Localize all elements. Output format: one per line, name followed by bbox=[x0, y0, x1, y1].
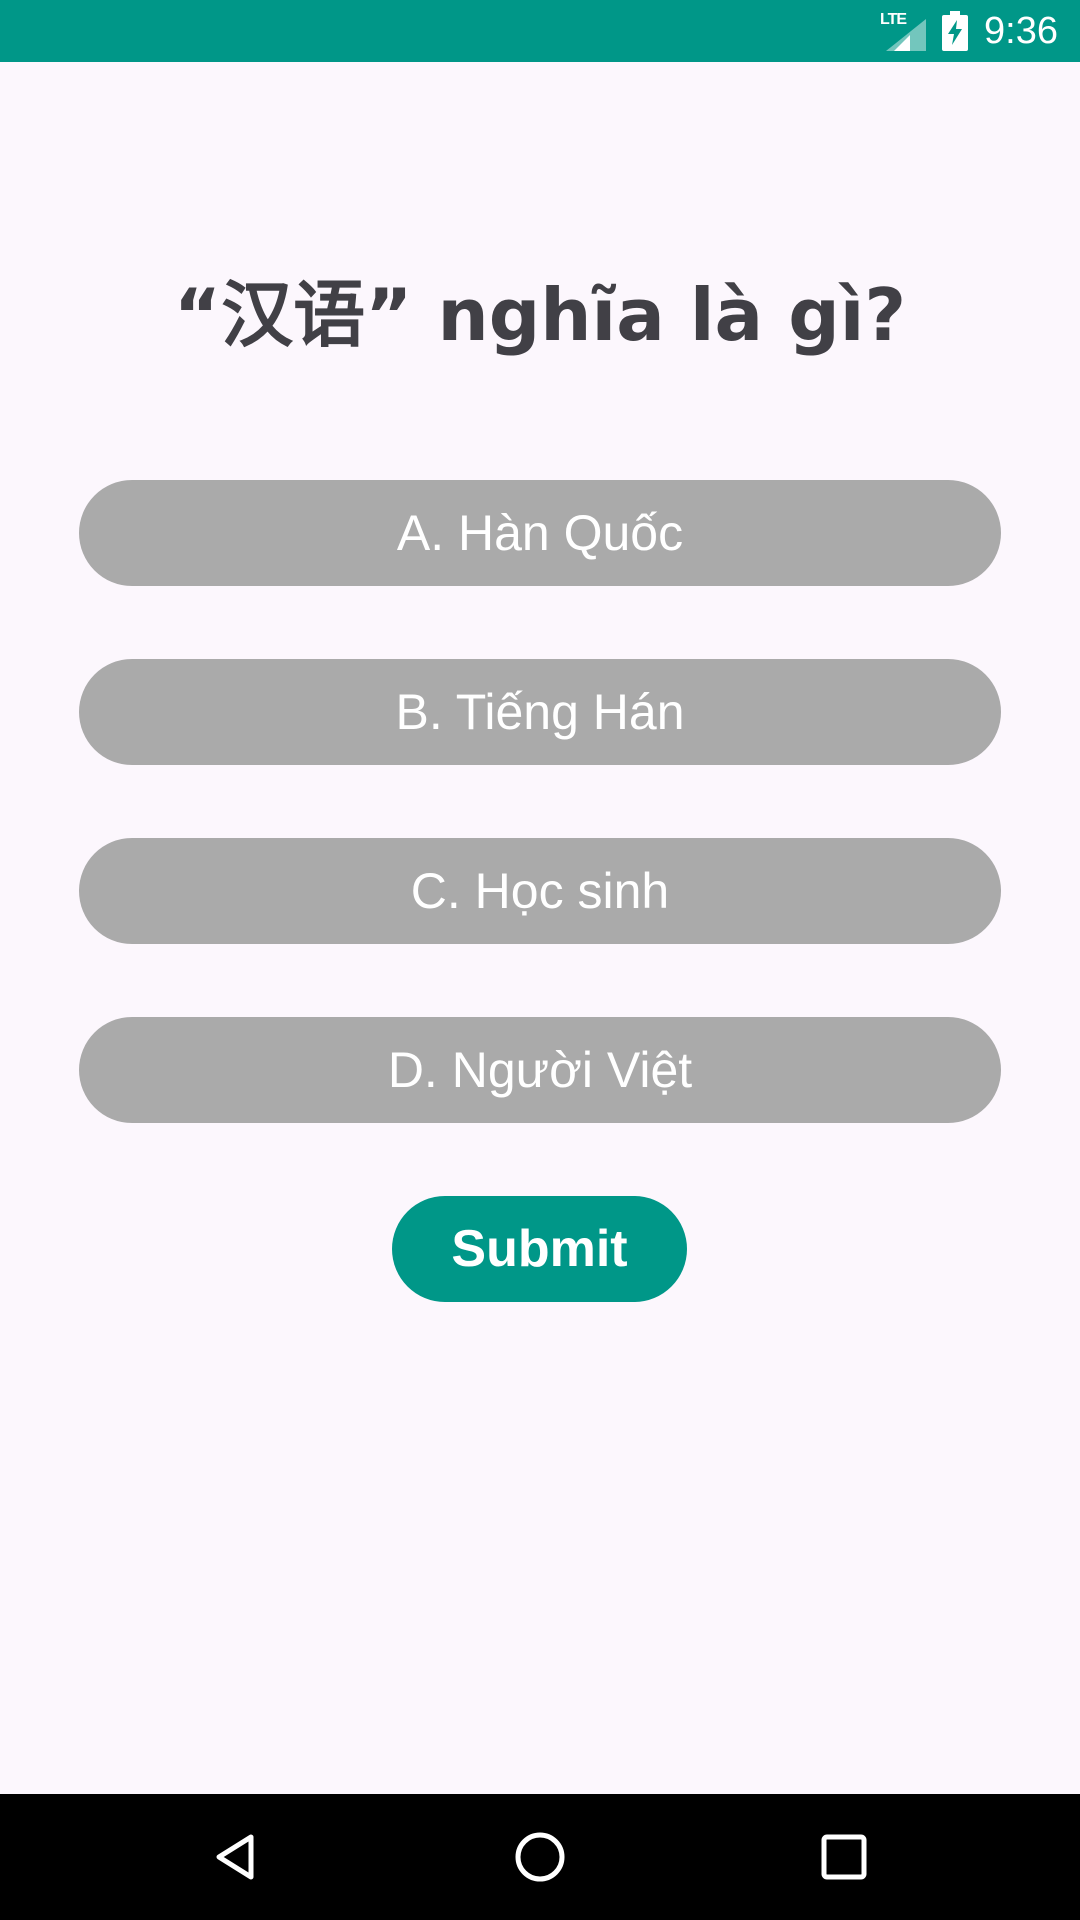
status-clock: 9:36 bbox=[984, 9, 1058, 52]
navigation-bar bbox=[0, 1794, 1080, 1920]
lte-signal-icon: LTE bbox=[878, 11, 927, 51]
answer-options: A. Hàn Quốc B. Tiếng Hán C. Học sinh D. … bbox=[79, 480, 1001, 1196]
back-button[interactable] bbox=[194, 1814, 280, 1900]
recents-icon bbox=[821, 1834, 867, 1880]
status-icons: LTE 9:36 bbox=[878, 0, 1058, 62]
home-button[interactable] bbox=[497, 1814, 583, 1900]
question-title: “汉语” nghĩa là gì? bbox=[173, 273, 907, 357]
option-d-button[interactable]: D. Người Việt bbox=[79, 1017, 1001, 1123]
option-b-button[interactable]: B. Tiếng Hán bbox=[79, 659, 1001, 765]
home-icon bbox=[515, 1832, 565, 1882]
submit-button[interactable]: Submit bbox=[392, 1196, 687, 1302]
status-bar: LTE 9:36 bbox=[0, 0, 1080, 62]
back-icon bbox=[216, 1834, 254, 1880]
option-a-button[interactable]: A. Hàn Quốc bbox=[79, 480, 1001, 586]
recents-button[interactable] bbox=[801, 1814, 887, 1900]
battery-charging-icon bbox=[942, 11, 969, 51]
option-c-button[interactable]: C. Học sinh bbox=[79, 838, 1001, 944]
